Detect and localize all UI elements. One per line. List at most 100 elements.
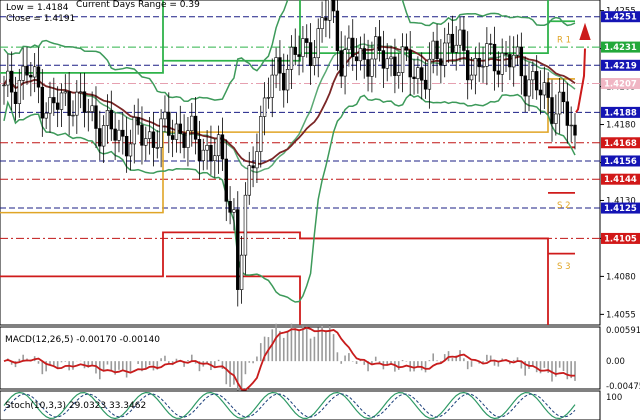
y-tick-label: 1.4180 xyxy=(606,121,636,131)
candle-body xyxy=(473,58,478,76)
candle-body xyxy=(124,135,129,157)
candle-body xyxy=(400,46,405,73)
candle-body xyxy=(36,66,41,88)
candle-body xyxy=(492,43,497,72)
candle-body xyxy=(465,50,470,81)
candle-body xyxy=(147,131,152,139)
candle-body xyxy=(274,57,278,76)
candle-body xyxy=(542,82,547,96)
candle-body xyxy=(443,42,447,66)
candle-body xyxy=(6,70,10,86)
candle-body xyxy=(557,91,562,115)
candle-body xyxy=(128,143,133,157)
candle-body xyxy=(75,91,79,116)
candle-body xyxy=(347,37,351,50)
candle-body xyxy=(527,79,531,97)
candle-body xyxy=(435,40,439,60)
candle-body xyxy=(381,50,386,69)
y-tick-label: 1.4055 xyxy=(606,310,636,320)
candle-body xyxy=(351,37,355,58)
candle-body xyxy=(416,67,420,79)
candle-body xyxy=(213,155,217,162)
candle-body xyxy=(144,138,148,146)
candle-body xyxy=(193,115,198,140)
candle-body xyxy=(297,54,301,57)
candle-body xyxy=(328,0,332,21)
candle-body xyxy=(121,129,125,137)
candle-body xyxy=(573,124,577,136)
forex-chart: R 1 S 2 S 3 1.42551.42301.42051.41801.4155… xyxy=(0,0,640,420)
candle-body xyxy=(343,49,347,77)
candle-body xyxy=(450,33,455,53)
candle-body xyxy=(140,124,144,146)
candle-body xyxy=(32,66,37,78)
candle-body xyxy=(255,151,259,169)
candle-body xyxy=(178,123,182,134)
candle-body xyxy=(78,91,83,93)
candle-body xyxy=(377,36,382,51)
candle-body xyxy=(385,58,389,69)
candle-body xyxy=(48,97,52,114)
level-tag-label: 1.4156 xyxy=(604,157,637,167)
candle-body xyxy=(67,91,71,116)
candle-body xyxy=(289,46,294,70)
candle-body xyxy=(508,54,512,68)
candle-body xyxy=(389,56,393,60)
candle-body xyxy=(523,75,527,97)
candle-body xyxy=(397,72,401,76)
candle-body xyxy=(216,134,221,157)
candle-body xyxy=(412,76,416,79)
candle-body xyxy=(569,124,573,127)
candle-body xyxy=(9,70,14,93)
candle-body xyxy=(500,52,504,75)
candle-body xyxy=(136,117,140,126)
candle-body xyxy=(186,130,190,148)
candle-body xyxy=(236,209,240,290)
candle-body xyxy=(312,57,317,66)
candle-body xyxy=(174,123,179,140)
macd-tick-label: -0.00475 xyxy=(606,382,640,392)
candle-body xyxy=(52,97,56,104)
candle-body xyxy=(454,44,458,53)
candle-body xyxy=(534,71,539,91)
candle-body xyxy=(44,112,48,119)
candle-body xyxy=(462,29,466,51)
candle-body xyxy=(293,46,297,55)
candle-body xyxy=(163,111,167,120)
candle-body xyxy=(278,57,282,74)
candle-body xyxy=(550,97,554,124)
macd-title: MACD(12,26,5) -0.00170 -0.00140 xyxy=(5,335,160,345)
candle-body xyxy=(59,92,64,110)
candle-body xyxy=(63,91,68,94)
candle-body xyxy=(105,110,110,126)
range-readout: Current Days Range = 0.39 xyxy=(76,0,200,10)
candle-body xyxy=(427,58,432,90)
candle-body xyxy=(232,209,236,213)
candle-body xyxy=(243,194,248,256)
candle-body xyxy=(305,38,309,43)
candle-body xyxy=(469,74,474,81)
level-tag-label: 1.4231 xyxy=(604,43,637,53)
candle-body xyxy=(531,71,535,81)
candle-body xyxy=(167,111,171,136)
candle-body xyxy=(90,105,94,112)
candle-body xyxy=(339,50,343,77)
close-readout: Close = 1.4191 xyxy=(6,14,75,24)
candle-body xyxy=(370,58,374,77)
y-tick-label: 1.4080 xyxy=(606,272,636,282)
candle-body xyxy=(366,59,370,77)
candle-body xyxy=(109,110,114,130)
candle-body xyxy=(423,79,428,90)
candle-body xyxy=(546,82,550,98)
candle-body xyxy=(504,52,508,55)
candle-body xyxy=(439,58,443,66)
candle-body xyxy=(94,105,98,129)
level-tag-label: 1.4105 xyxy=(604,234,637,244)
candle-body xyxy=(205,145,209,151)
candle-body xyxy=(251,165,255,169)
candle-body xyxy=(220,134,225,160)
candle-body xyxy=(335,10,340,51)
candle-body xyxy=(519,46,524,77)
candle-body xyxy=(485,43,489,67)
candle-body xyxy=(13,91,18,104)
